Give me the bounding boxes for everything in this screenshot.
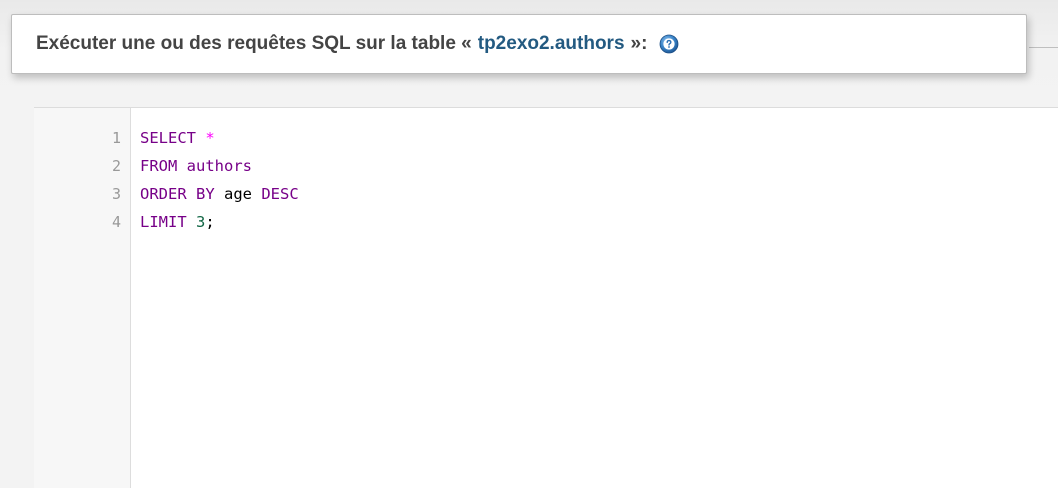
- code-line: FROM authors: [140, 152, 1058, 180]
- code-line: LIMIT 3;: [140, 208, 1058, 236]
- legend-suffix-text: »:: [630, 33, 648, 54]
- code-token-keyword: SELECT: [140, 129, 196, 147]
- code-token-operator: *: [205, 129, 215, 147]
- sql-query-legend: Exécuter une ou des requêtes SQL sur la …: [11, 14, 1027, 74]
- code-token-plain: age: [214, 185, 262, 203]
- sql-query-panel: Exécuter une ou des requêtes SQL sur la …: [0, 0, 1058, 488]
- line-number: 4: [111, 213, 121, 231]
- code-token-keyword: DESC: [261, 185, 299, 203]
- code-line: ORDER BY age DESC: [140, 180, 1058, 208]
- line-number: 3: [111, 185, 121, 203]
- code-token-number: 3: [196, 213, 206, 231]
- legend-prefix-text: Exécuter une ou des requêtes SQL sur la …: [36, 33, 472, 54]
- code-token-keyword: authors: [177, 157, 252, 175]
- code-token-keyword: ORDER BY: [140, 185, 215, 203]
- fieldset-border: [1029, 47, 1058, 48]
- code-token-plain: ;: [205, 213, 215, 231]
- code-token-keyword: FROM: [140, 157, 178, 175]
- line-number-gutter: 1 2 3 4: [34, 108, 131, 488]
- table-name-link[interactable]: tp2exo2.authors: [478, 33, 625, 55]
- help-icon[interactable]: [659, 34, 679, 54]
- code-line: SELECT *: [140, 124, 1058, 152]
- sql-code-editor[interactable]: 1234 SELECT * FROM authors ORDER BY age DE…: [34, 107, 1058, 488]
- code-token-keyword: LIMIT: [140, 213, 187, 231]
- line-number: 1: [111, 129, 121, 147]
- code-area[interactable]: SELECT * FROM authors ORDER BY age DESC LIM…: [131, 108, 1058, 488]
- line-number: 2: [111, 157, 121, 175]
